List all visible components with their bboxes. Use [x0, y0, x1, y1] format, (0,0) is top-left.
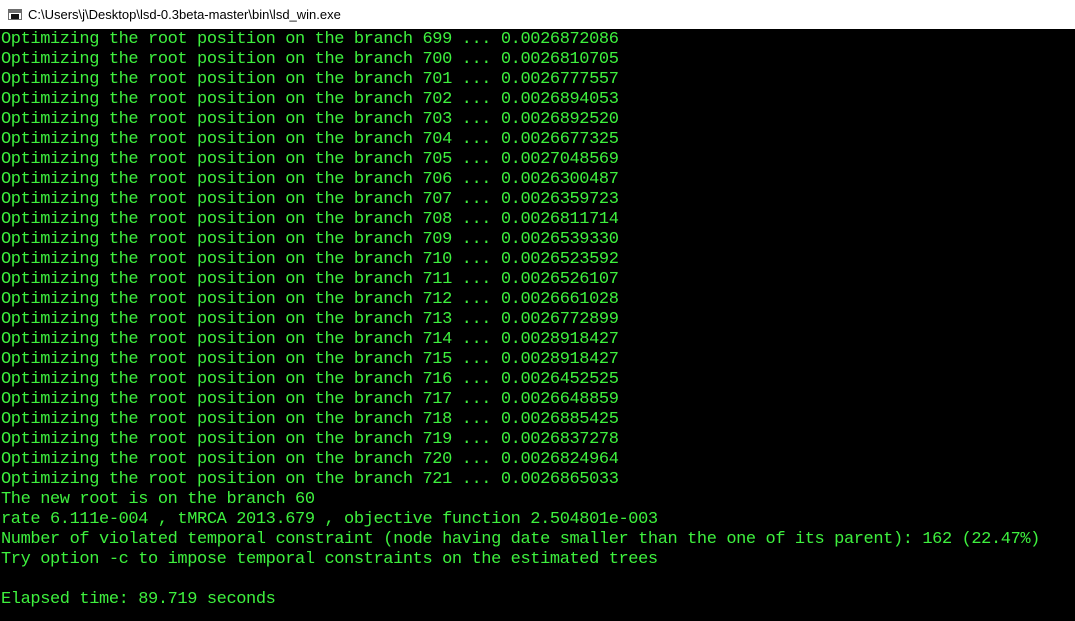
window-title: C:\Users\j\Desktop\lsd-0.3beta-master\bi… [28, 7, 341, 22]
console-line: Optimizing the root position on the bran… [1, 370, 619, 389]
console-line: Optimizing the root position on the bran… [1, 270, 619, 289]
console-output[interactable]: Optimizing the root position on the bran… [0, 30, 1075, 621]
console-line: Optimizing the root position on the bran… [1, 250, 619, 269]
hint-line: Try option -c to impose temporal constra… [1, 550, 658, 569]
console-line: Optimizing the root position on the bran… [1, 430, 619, 449]
console-line: Optimizing the root position on the bran… [1, 330, 619, 349]
console-line: Optimizing the root position on the bran… [1, 150, 619, 169]
console-line: Optimizing the root position on the bran… [1, 30, 619, 49]
console-line: Optimizing the root position on the bran… [1, 210, 619, 229]
console-line: Optimizing the root position on the bran… [1, 170, 619, 189]
console-line: Optimizing the root position on the bran… [1, 190, 619, 209]
console-line: Optimizing the root position on the bran… [1, 130, 619, 149]
console-line: Optimizing the root position on the bran… [1, 90, 619, 109]
violated-constraints-line: Number of violated temporal constraint (… [1, 530, 1040, 549]
console-line: Optimizing the root position on the bran… [1, 350, 619, 369]
console-line: Optimizing the root position on the bran… [1, 310, 619, 329]
console-line: Optimizing the root position on the bran… [1, 390, 619, 409]
title-bar[interactable]: C:\Users\j\Desktop\lsd-0.3beta-master\bi… [0, 0, 1075, 29]
console-line: Optimizing the root position on the bran… [1, 70, 619, 89]
elapsed-time-line: Elapsed time: 89.719 seconds [1, 590, 276, 609]
console-line: Optimizing the root position on the bran… [1, 290, 619, 309]
console-window: C:\Users\j\Desktop\lsd-0.3beta-master\bi… [0, 0, 1075, 621]
console-line: Optimizing the root position on the bran… [1, 470, 619, 489]
console-line: Optimizing the root position on the bran… [1, 110, 619, 129]
console-line: Optimizing the root position on the bran… [1, 450, 619, 469]
console-line: Optimizing the root position on the bran… [1, 410, 619, 429]
console-line: Optimizing the root position on the bran… [1, 230, 619, 249]
console-app-icon[interactable] [8, 9, 22, 20]
root-result-line: The new root is on the branch 60 [1, 490, 315, 509]
rate-summary-line: rate 6.111e-004 , tMRCA 2013.679 , objec… [1, 510, 658, 529]
console-line: Optimizing the root position on the bran… [1, 50, 619, 69]
